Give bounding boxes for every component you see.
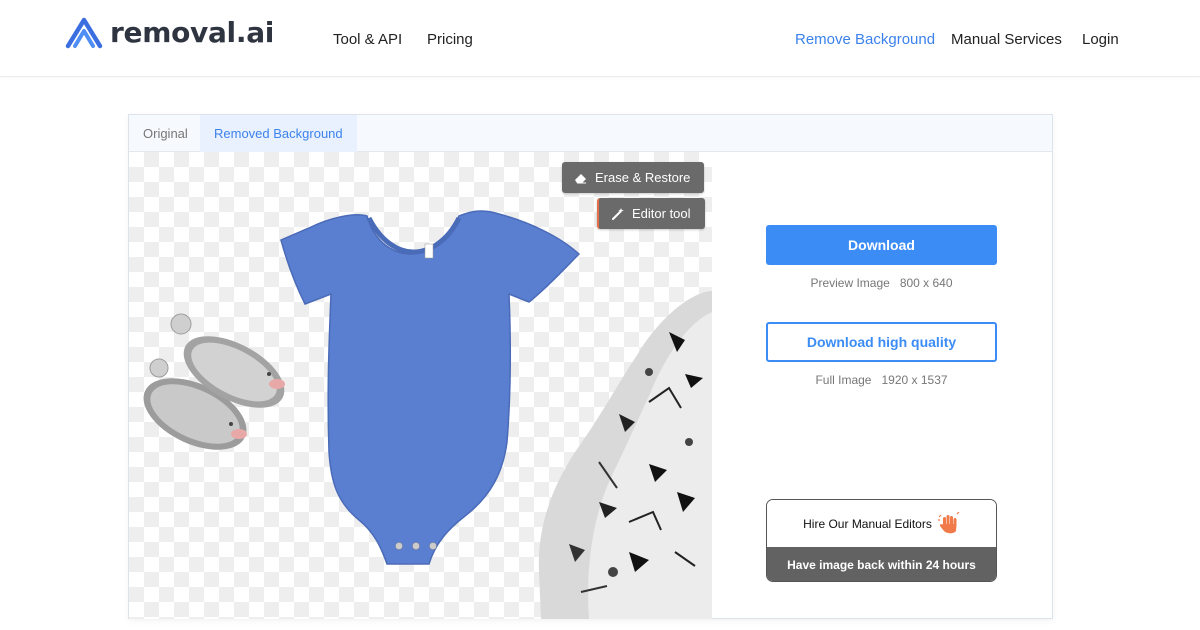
download-button[interactable]: Download [766, 225, 997, 265]
site-header: removal.ai Tool & API Pricing Remove Bac… [0, 0, 1200, 77]
preview-image-info: Preview Image 800 x 640 [810, 276, 953, 290]
download-high-quality-button[interactable]: Download high quality [766, 322, 997, 362]
tab-original[interactable]: Original [129, 115, 202, 152]
result-panel: Original Removed Background Erase & Rest… [128, 114, 1053, 619]
logo-link[interactable]: removal.ai [64, 14, 274, 50]
blanket-image [538, 291, 712, 619]
nav-login[interactable]: Login [1082, 31, 1119, 48]
erase-restore-label: Erase & Restore [595, 170, 691, 185]
nav-tool-api[interactable]: Tool & API [333, 31, 402, 48]
baby-shoes-image [143, 313, 285, 450]
nav-pricing[interactable]: Pricing [427, 31, 473, 48]
editor-tool-button[interactable]: Editor tool [597, 198, 705, 229]
hire-subtitle: Have image back within 24 hours [767, 547, 996, 581]
nav-manual-services[interactable]: Manual Services [951, 31, 1062, 48]
magic-wand-icon [612, 207, 624, 220]
image-preview[interactable]: Erase & Restore Editor tool [129, 152, 712, 619]
view-tabs: Original Removed Background [129, 115, 1052, 152]
hire-title-row: Hire Our Manual Editors [767, 500, 996, 547]
hire-manual-editors-card[interactable]: Hire Our Manual Editors Have image back … [766, 499, 997, 582]
tab-removed-background[interactable]: Removed Background [200, 115, 357, 152]
eraser-icon [575, 173, 586, 183]
hire-title: Hire Our Manual Editors [803, 516, 932, 531]
onesie-image [280, 210, 581, 565]
nav-remove-background[interactable]: Remove Background [795, 31, 935, 48]
full-image-info: Full Image 1920 x 1537 [815, 373, 948, 387]
erase-restore-button[interactable]: Erase & Restore [562, 162, 705, 193]
logo-icon [65, 17, 103, 49]
editor-tool-label: Editor tool [632, 206, 691, 221]
brand-name: removal.ai [110, 15, 275, 49]
hand-wave-icon [937, 511, 960, 533]
